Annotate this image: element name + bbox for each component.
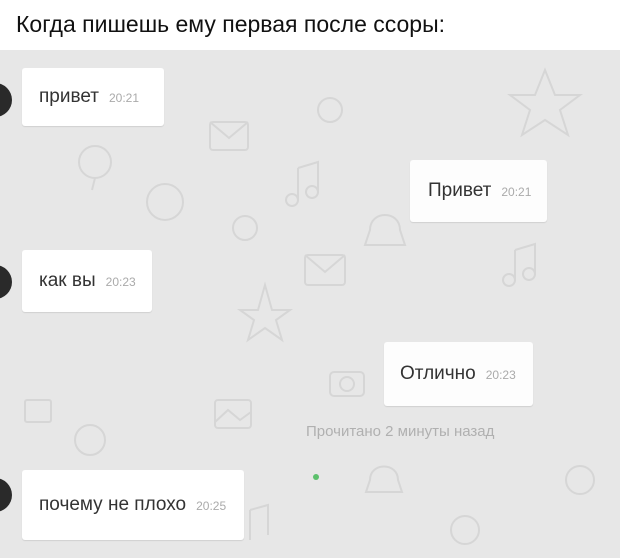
message-bubble-outgoing[interactable]: Отлично 20:23 <box>384 342 533 406</box>
message-time: 20:21 <box>501 185 532 199</box>
message-bubble-outgoing[interactable]: Привет 20:21 <box>410 160 548 222</box>
shield-icon <box>146 183 184 221</box>
star-icon <box>507 67 583 138</box>
music-note-icon-3 <box>249 503 269 540</box>
balloon-icon <box>78 145 112 179</box>
music-note-icon-2 <box>514 242 536 280</box>
read-receipt: Прочитано 2 минуты назад <box>306 423 495 440</box>
balloon-icon-2 <box>74 424 106 456</box>
camera-icon <box>317 97 343 123</box>
message-text: почему не плохо <box>39 494 187 515</box>
flower-icon <box>232 215 258 241</box>
sticker-icon <box>565 465 595 495</box>
message-time: 20:21 <box>109 91 140 105</box>
bell-icon-2 <box>364 465 404 493</box>
message-text: как вы <box>39 270 96 291</box>
balloon-string-icon <box>91 177 96 191</box>
message-time: 20:25 <box>196 499 227 513</box>
gift-icon <box>24 399 52 423</box>
message-text: Отлично <box>400 363 476 384</box>
music-note-icon <box>297 160 319 200</box>
meme-caption: Когда пишешь ему первая после ссоры: <box>0 0 620 50</box>
thumb-star-icon <box>236 281 294 343</box>
bell-icon <box>363 214 407 246</box>
chat-area[interactable]: привет 20:21 Привет 20:21 как вы 20:23 Отли… <box>0 50 620 558</box>
smile-icon <box>450 515 480 545</box>
message-time: 20:23 <box>485 368 516 382</box>
message-bubble-incoming[interactable]: почему не плохо 20:25 <box>22 470 245 540</box>
message-bubble-incoming[interactable]: как вы 20:23 <box>22 250 152 312</box>
message-time: 20:23 <box>105 275 136 289</box>
message-text: привет <box>39 86 99 107</box>
message-text: Привет <box>428 180 492 201</box>
online-indicator-icon <box>313 474 319 480</box>
message-bubble-incoming[interactable]: привет 20:21 <box>22 68 165 126</box>
camera-icon-2 <box>329 371 365 397</box>
